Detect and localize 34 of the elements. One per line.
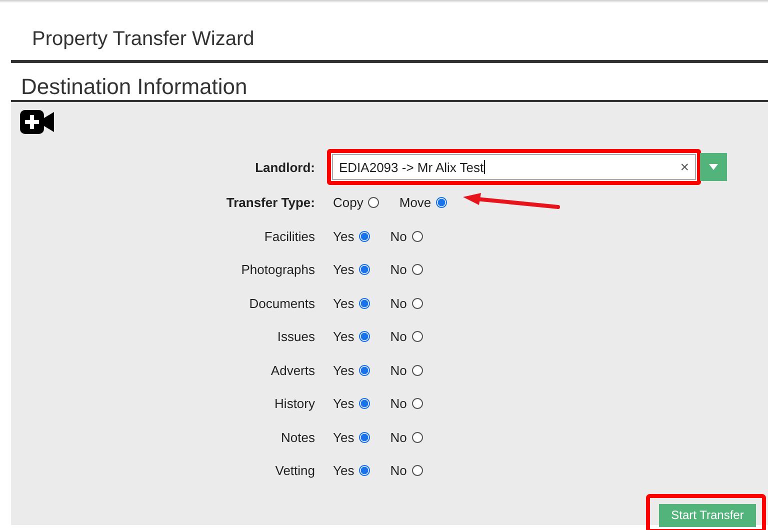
video-add-icon[interactable] <box>20 110 54 134</box>
option-label: History <box>274 396 315 412</box>
radio-option[interactable]: Copy <box>333 195 380 210</box>
radio-option[interactable]: No <box>390 396 423 412</box>
radio-option[interactable]: Yes <box>333 228 370 244</box>
radio-option[interactable]: Yes <box>333 296 370 311</box>
radio-option[interactable]: No <box>390 262 423 278</box>
dropdown-button[interactable] <box>700 153 727 181</box>
radio-option[interactable]: Move <box>399 195 448 210</box>
landlord-field[interactable]: EDIA2093 -> Mr Alix Test × <box>332 154 696 180</box>
option-label: Notes <box>280 430 315 445</box>
radio-option[interactable]: Yes <box>333 463 370 478</box>
caret-icon <box>709 164 718 170</box>
option-label: Issues <box>276 329 315 344</box>
clear-button[interactable]: × <box>680 158 689 176</box>
radio-option[interactable]: No <box>390 463 423 478</box>
radio-option[interactable]: No <box>390 329 423 344</box>
wizard-title: Property Transfer Wizard <box>32 27 256 51</box>
transfer-type-label: Transfer Type: <box>225 195 315 210</box>
radio-option[interactable]: No <box>390 228 423 244</box>
radio-option[interactable]: Yes <box>333 329 370 344</box>
radio-option[interactable]: Yes <box>333 262 370 278</box>
radio-option[interactable]: Yes <box>333 430 370 445</box>
option-label: Photographs <box>240 262 315 278</box>
radio-option[interactable]: No <box>390 296 423 311</box>
radio-option[interactable]: Yes <box>333 396 370 412</box>
landlord-label: Landlord: <box>254 160 315 174</box>
option-label: Facilities <box>263 228 315 244</box>
radio-option[interactable]: No <box>390 362 423 378</box>
option-label: Adverts <box>270 362 315 378</box>
radio-option[interactable]: No <box>390 430 423 445</box>
option-label: Vetting <box>274 463 315 478</box>
radio-option[interactable]: Yes <box>333 362 370 378</box>
option-label: Documents <box>248 296 315 311</box>
